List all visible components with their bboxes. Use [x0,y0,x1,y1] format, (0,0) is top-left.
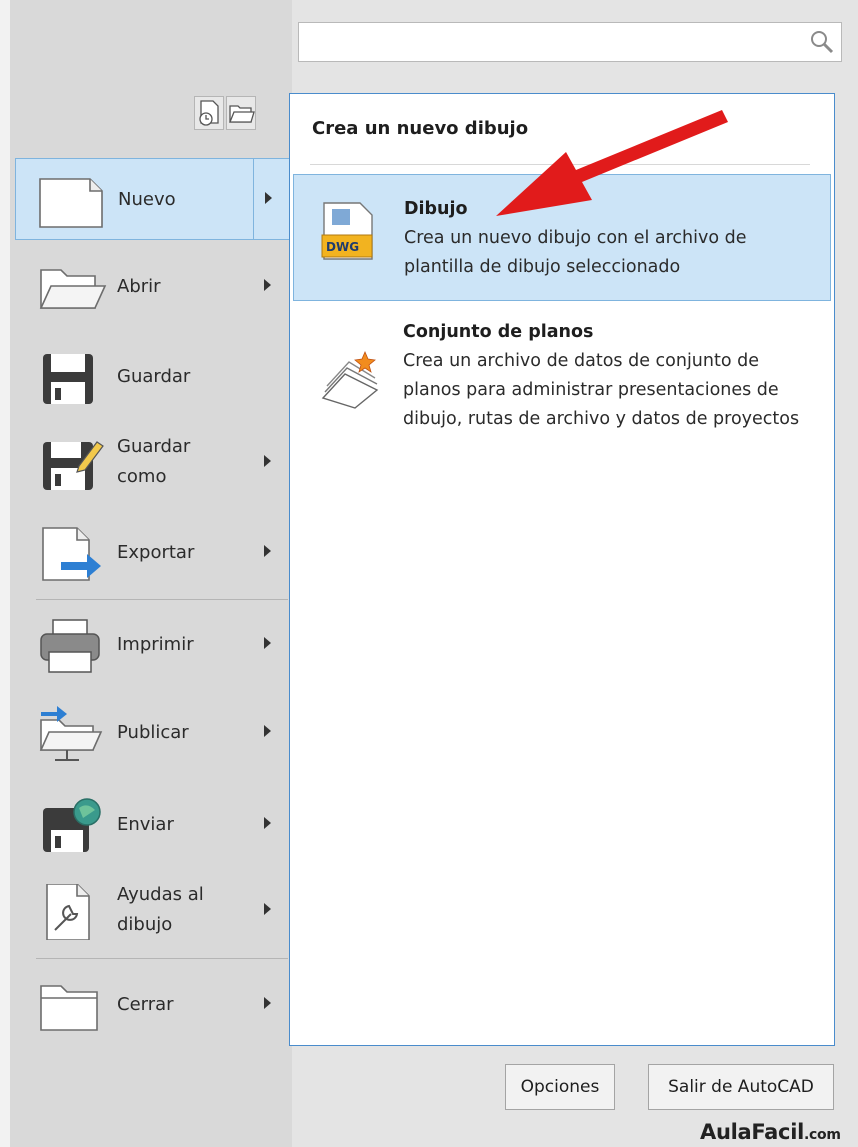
menu-item-label: Imprimir [117,634,194,655]
submenu-item-text: Conjunto de planos Crea un archivo de da… [403,318,813,434]
submenu-item-description: Crea un archivo de datos de conjunto de … [403,351,800,429]
submenu-arrow-icon[interactable] [265,192,272,204]
new-submenu-panel: Crea un nuevo dibujo DWG Dibujo Crea un … [289,93,835,1046]
save-icon [43,354,93,404]
save-as-icon [43,441,104,490]
menu-item-guardar[interactable]: Guardar [15,336,291,418]
options-button[interactable]: Opciones [505,1064,615,1110]
submenu-item-description: Crea un nuevo dibujo con el archivo de p… [404,228,747,277]
watermark-suffix: .com [804,1127,841,1143]
drawing-utilities-icon [46,884,90,940]
menu-item-label: Abrir [117,276,161,297]
menu-item-guardar-como[interactable]: Guardar como [15,422,291,504]
recent-documents-button[interactable] [194,96,224,130]
close-folder-icon [40,985,98,1031]
open-folder-icon [39,269,107,309]
menu-item-exportar[interactable]: Exportar [15,512,291,594]
search-input[interactable] [298,22,842,62]
menu-item-publicar[interactable]: Publicar [15,692,291,774]
submenu-divider [310,164,810,165]
dwg-file-icon: DWG [321,202,373,260]
menu-item-abrir[interactable]: Abrir [15,246,291,328]
recent-documents-icon [199,100,219,126]
menu-item-ayudas-al-dibujo[interactable]: Ayudas al dibujo [15,870,291,952]
menu-item-label: Guardar como [117,436,191,487]
menu-item-label: Cerrar [117,994,174,1015]
submenu-item-text: Dibujo Crea un nuevo dibujo con el archi… [404,195,814,282]
sheet-set-icon [321,350,379,409]
submenu-arrow-icon[interactable] [264,545,271,557]
menu-item-label: Publicar [117,722,189,743]
menu-item-nuevo[interactable]: Nuevo [15,158,291,240]
submenu-divider [253,159,254,239]
new-document-icon [39,178,103,228]
menu-item-imprimir[interactable]: Imprimir [15,604,291,686]
submenu-arrow-icon[interactable] [264,725,271,737]
open-documents-button[interactable] [226,96,256,130]
menu-divider [36,599,288,600]
publish-icon [39,706,103,761]
menu-item-enviar[interactable]: Enviar [15,784,291,866]
submenu-arrow-icon[interactable] [264,455,271,467]
submenu-title: Crea un nuevo dibujo [312,118,529,139]
print-icon [40,619,100,673]
submenu-item-conjunto-de-planos[interactable]: Conjunto de planos Crea un archivo de da… [293,306,831,486]
submenu-arrow-icon[interactable] [264,279,271,291]
watermark: AulaFacil.com [700,1120,841,1144]
submenu-arrow-icon[interactable] [264,903,271,915]
submenu-item-title: Dibujo [404,199,468,219]
menu-item-label: Guardar [117,366,191,387]
search-icon[interactable] [809,29,835,55]
submenu-arrow-icon[interactable] [264,997,271,1009]
watermark-main: AulaFacil [700,1120,805,1144]
svg-text:DWG: DWG [326,240,359,254]
menu-item-label: Ayudas al dibujo [117,884,204,935]
export-icon [42,527,101,581]
window-left-frame [0,0,10,1147]
send-icon [43,798,101,852]
menu-item-label: Nuevo [118,189,176,210]
menu-item-cerrar[interactable]: Cerrar [15,964,291,1046]
menu-divider [36,958,288,959]
menu-item-label: Enviar [117,814,174,835]
submenu-arrow-icon[interactable] [264,637,271,649]
submenu-item-title: Conjunto de planos [403,322,594,342]
open-documents-icon [229,105,255,123]
exit-autocad-button[interactable]: Salir de AutoCAD [648,1064,834,1110]
menu-item-label: Exportar [117,542,195,563]
submenu-item-dibujo[interactable]: DWG Dibujo Crea un nuevo dibujo con el a… [293,174,831,301]
submenu-arrow-icon[interactable] [264,817,271,829]
